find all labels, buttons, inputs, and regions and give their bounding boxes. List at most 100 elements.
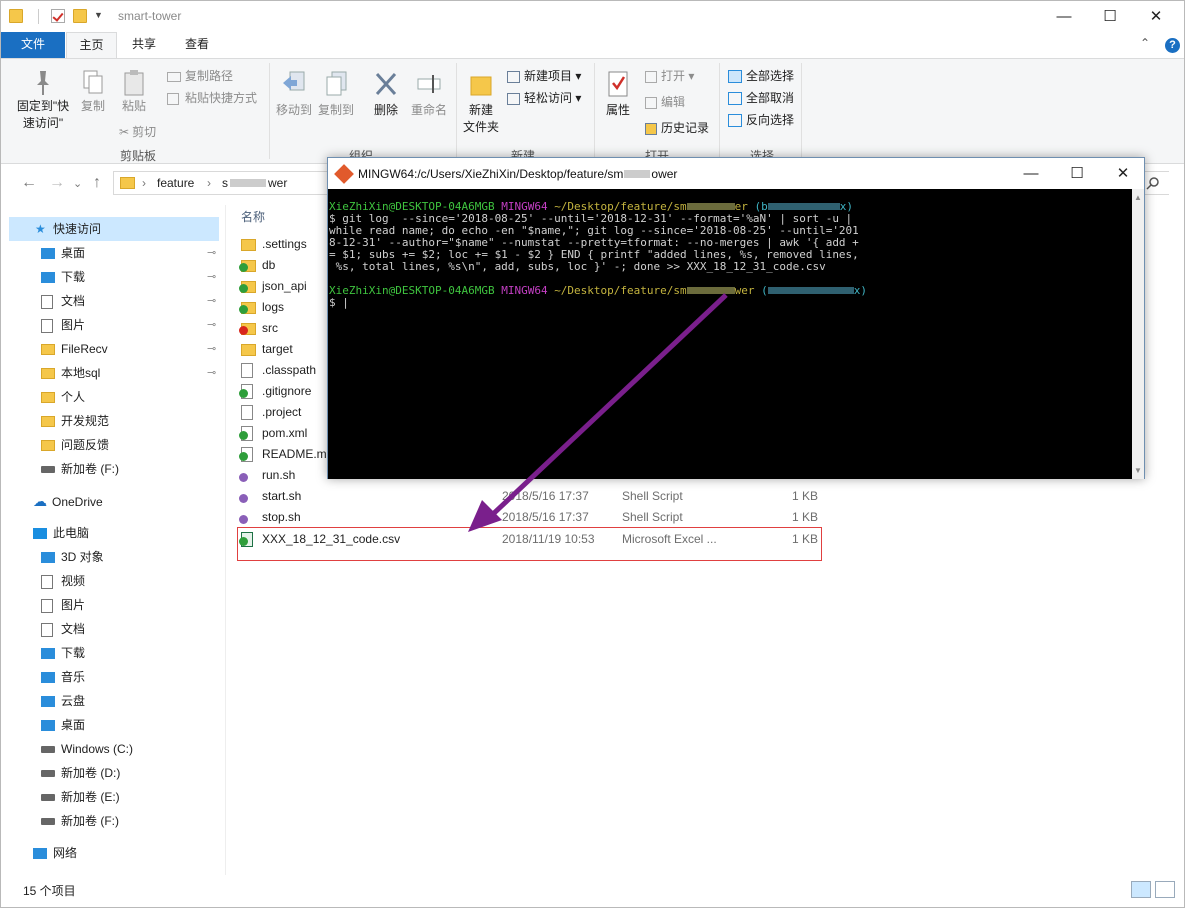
nav-item-pc[interactable]: 云盘	[41, 689, 85, 713]
terminal-maximize-icon[interactable]: ☐	[1054, 158, 1100, 189]
nav-item-pc[interactable]: 桌面	[41, 713, 85, 737]
properties-check-icon[interactable]	[51, 9, 65, 23]
invert-selection-button[interactable]: 反向选择	[728, 111, 794, 128]
nav-item-label: 本地sql	[61, 366, 101, 380]
new-folder-icon[interactable]	[73, 9, 87, 23]
select-all-button[interactable]: 全部选择	[728, 67, 794, 84]
nav-network[interactable]: 网络	[33, 841, 77, 865]
paste-icon	[124, 70, 144, 96]
terminal-output[interactable]: XieZhiXin@DESKTOP-04A6MGB MINGW64 ~/Desk…	[328, 189, 1134, 479]
details-view-icon[interactable]	[1131, 881, 1151, 898]
copy-path-button[interactable]: 复制路径	[167, 67, 233, 84]
scroll-up-icon[interactable]: ▲	[1134, 193, 1142, 202]
scroll-down-icon[interactable]: ▼	[1134, 466, 1142, 475]
cut-button[interactable]: ✂ 剪切	[119, 123, 156, 140]
nav-item-folder[interactable]: 问题反馈	[41, 433, 109, 457]
nav-item-folder[interactable]: 个人	[41, 385, 85, 409]
nav-onedrive[interactable]: ☁ OneDrive	[33, 489, 103, 513]
breadcrumb-chevron-icon[interactable]: ›	[142, 176, 146, 190]
file-name: .project	[262, 405, 302, 419]
terminal-close-icon[interactable]: ✕	[1100, 158, 1146, 189]
file-row[interactable]: start.sh 2018/5/16 17:37 Shell Script 1 KB	[239, 486, 841, 507]
pin-icon[interactable]: ⊸	[207, 337, 216, 361]
history-button[interactable]: 历史记录	[645, 119, 709, 136]
select-none-button[interactable]: 全部取消	[728, 89, 794, 106]
nav-item-drive[interactable]: 新加卷 (D:)	[41, 761, 120, 785]
tab-view[interactable]: 查看	[171, 32, 223, 58]
large-icons-view-icon[interactable]	[1155, 881, 1175, 898]
nav-item-pinned[interactable]: 桌面 ⊸	[41, 241, 221, 265]
tab-file[interactable]: 文件	[1, 32, 65, 58]
nav-drive-f-quick[interactable]: 新加卷 (F:)	[41, 457, 119, 481]
nav-item-drive[interactable]: 新加卷 (E:)	[41, 785, 120, 809]
folder-icon	[41, 344, 55, 356]
pin-quick-access-button[interactable]: 固定到"快 速访问"	[13, 69, 73, 131]
nav-item-pc[interactable]: 图片	[41, 593, 85, 617]
nav-item-pc[interactable]: 视频	[41, 569, 85, 593]
nav-quick-access[interactable]: ★ 快速访问	[9, 217, 219, 241]
up-arrow-icon[interactable]: ↑	[93, 174, 101, 192]
nav-item-drive[interactable]: 新加卷 (F:)	[41, 809, 119, 833]
nav-item-pinned[interactable]: 下载 ⊸	[41, 265, 221, 289]
delete-button[interactable]: 删除	[371, 69, 401, 118]
breadcrumb-feature[interactable]: feature	[157, 176, 194, 190]
maximize-icon[interactable]: ☐	[1087, 1, 1133, 32]
quick-access-dropdown-icon[interactable]: ▼	[94, 10, 103, 20]
cube-3d-icon	[41, 552, 55, 564]
copy-button[interactable]: 复制	[75, 69, 111, 114]
breadcrumb-current[interactable]: s wer	[222, 176, 287, 190]
nav-this-pc[interactable]: 此电脑	[33, 521, 89, 545]
pin-icon[interactable]: ⊸	[207, 289, 216, 313]
document-icon	[41, 622, 53, 637]
pin-icon[interactable]: ⊸	[207, 313, 216, 337]
help-icon[interactable]: ?	[1165, 38, 1180, 53]
close-icon[interactable]: ✕	[1133, 1, 1179, 32]
file-name: .gitignore	[262, 384, 312, 398]
file-row[interactable]: stop.sh 2018/5/16 17:37 Shell Script 1 KB	[239, 507, 841, 528]
prompt-branch: (	[761, 284, 768, 297]
nav-item-label: Windows (C:)	[61, 742, 134, 756]
nav-item-pc[interactable]: 文档	[41, 617, 85, 641]
paste-button[interactable]: 粘贴	[116, 69, 152, 114]
forward-arrow-icon[interactable]: →	[49, 174, 65, 192]
back-arrow-icon[interactable]: ←	[21, 174, 37, 192]
terminal-scrollbar[interactable]: ▲ ▼	[1132, 189, 1144, 479]
pin-icon[interactable]: ⊸	[207, 241, 216, 265]
file-icon	[241, 405, 253, 420]
breadcrumb-chevron-icon[interactable]: ›	[207, 176, 211, 190]
status-overlay-icon	[239, 515, 248, 524]
nav-item-pinned[interactable]: 本地sql ⊸	[41, 361, 221, 385]
column-header-name[interactable]: 名称	[241, 208, 265, 225]
new-folder-button[interactable]: 新建 文件夹	[461, 69, 501, 135]
nav-item-pinned[interactable]: 图片 ⊸	[41, 313, 221, 337]
nav-item-drive[interactable]: Windows (C:)	[41, 737, 133, 761]
new-item-button[interactable]: 新建项目 ▾	[507, 67, 581, 84]
properties-icon	[608, 71, 628, 97]
properties-button[interactable]: 属性	[601, 69, 635, 118]
file-type: Shell Script	[622, 489, 683, 503]
collapse-ribbon-icon[interactable]: ⌃	[1140, 36, 1150, 50]
tab-share[interactable]: 共享	[119, 32, 169, 58]
nav-item-pinned[interactable]: 文档 ⊸	[41, 289, 221, 313]
recent-dropdown-icon[interactable]: ⌄	[73, 177, 82, 190]
minimize-icon[interactable]: —	[1041, 1, 1087, 32]
nav-item-pinned[interactable]: FileRecv ⊸	[41, 337, 221, 361]
nav-item-pc[interactable]: 音乐	[41, 665, 85, 689]
edit-button[interactable]: 编辑	[645, 93, 685, 110]
copy-to-button[interactable]: 复制到	[317, 69, 355, 118]
history-icon	[645, 122, 657, 135]
terminal-minimize-icon[interactable]: —	[1008, 158, 1054, 189]
paste-shortcut-button[interactable]: 粘贴快捷方式	[167, 89, 257, 106]
nav-item-pc[interactable]: 下载	[41, 641, 85, 665]
tab-home[interactable]: 主页	[66, 32, 117, 58]
pin-icon[interactable]: ⊸	[207, 265, 216, 289]
nav-item-folder[interactable]: 开发规范	[41, 409, 109, 433]
nav-item-pc[interactable]: 3D 对象	[41, 545, 104, 569]
move-to-button[interactable]: 移动到	[275, 69, 313, 118]
nav-item-label: 图片	[61, 598, 86, 612]
rename-button[interactable]: 重命名	[409, 69, 449, 118]
pin-icon[interactable]: ⊸	[207, 361, 216, 385]
open-button[interactable]: 打开 ▾	[645, 67, 694, 84]
move-to-icon	[283, 71, 305, 91]
easy-access-button[interactable]: 轻松访问 ▾	[507, 89, 581, 106]
